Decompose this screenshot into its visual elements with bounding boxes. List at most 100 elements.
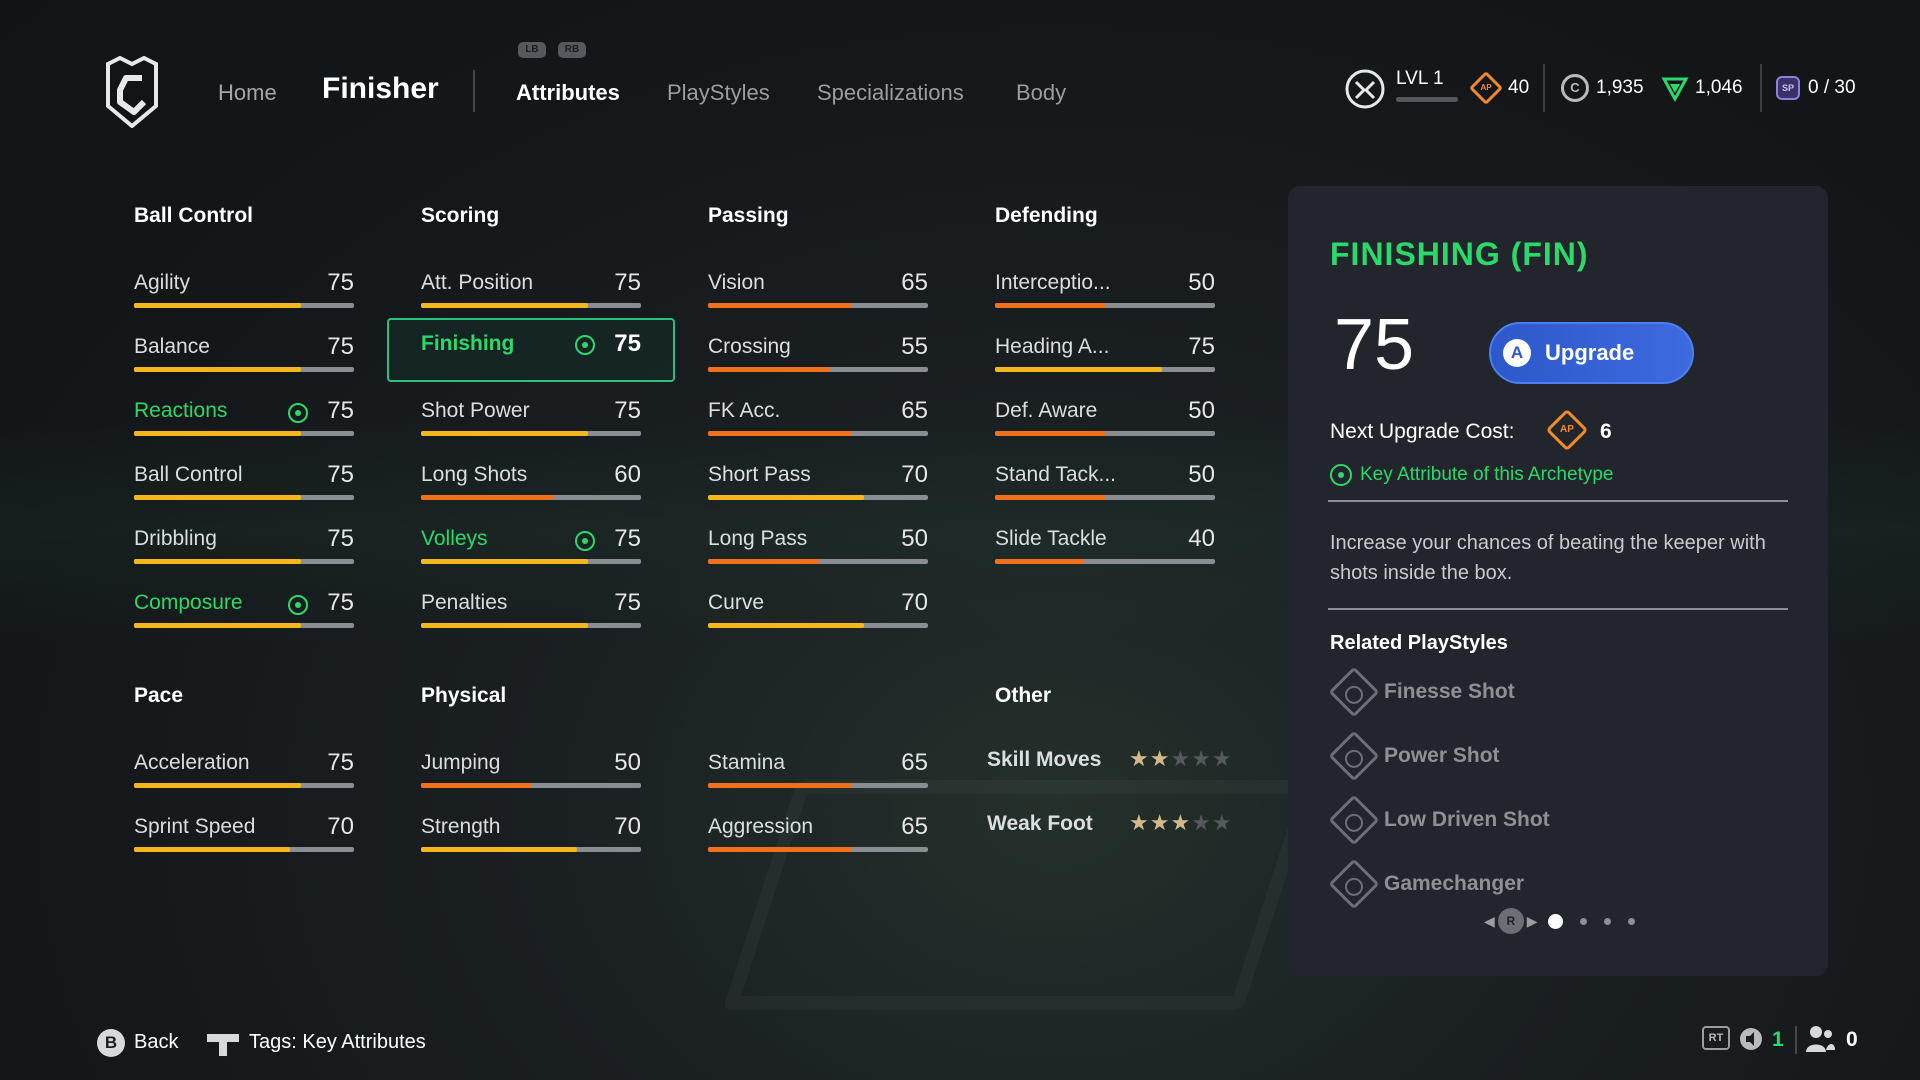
- attribute-name: Sprint Speed: [134, 815, 256, 838]
- attribute-row-volleys[interactable]: Volleys 75: [421, 511, 641, 571]
- attribute-row-slide-tackle[interactable]: Slide Tackle 40: [995, 511, 1215, 571]
- attribute-row-long-shots[interactable]: Long Shots 60: [421, 447, 641, 507]
- attribute-name: Crossing: [708, 335, 791, 358]
- star-icon: ★: [1211, 746, 1233, 771]
- attribute-bar: [421, 559, 641, 564]
- attribute-row-stamina[interactable]: Stamina 65: [708, 735, 928, 795]
- tags-label[interactable]: Tags: Key Attributes: [249, 1031, 426, 1054]
- key-attribute-icon: [288, 403, 308, 423]
- playstyle-name: Low Driven Shot: [1384, 808, 1550, 831]
- attribute-row-heading-a[interactable]: Heading A... 75: [995, 319, 1215, 379]
- attribute-value: 65: [901, 813, 928, 840]
- rt-button-icon[interactable]: RT: [1702, 1026, 1730, 1050]
- attribute-bar-fill: [708, 367, 830, 372]
- category-pace: Pace: [134, 684, 184, 707]
- party-count: 0: [1846, 1028, 1858, 1051]
- attribute-row-penalties[interactable]: Penalties 75: [421, 575, 641, 635]
- key-attribute-icon: [575, 335, 595, 355]
- attribute-value: 50: [1188, 461, 1215, 488]
- attribute-row-short-pass[interactable]: Short Pass 70: [708, 447, 928, 507]
- hud-divider: [1543, 64, 1545, 112]
- attribute-row-composure[interactable]: Composure 75: [134, 575, 354, 635]
- playstyle-finesse-shot[interactable]: Finesse Shot: [1328, 666, 1515, 718]
- pager-dot[interactable]: [1627, 917, 1635, 925]
- attribute-row-agility[interactable]: Agility 75: [134, 255, 354, 315]
- attribute-name: Long Pass: [708, 527, 808, 550]
- rb-button-icon[interactable]: RB: [558, 42, 586, 58]
- attribute-bar: [134, 559, 354, 564]
- playstyle-low-driven-shot[interactable]: Low Driven Shot: [1328, 794, 1550, 846]
- pager-dot[interactable]: [1603, 917, 1611, 925]
- attribute-bar: [708, 495, 928, 500]
- tab-specializations[interactable]: Specializations: [817, 80, 964, 106]
- attribute-bar: [995, 559, 1215, 564]
- other-name: Weak Foot: [987, 812, 1093, 835]
- pager-dot[interactable]: [1579, 917, 1587, 925]
- attribute-bar: [708, 783, 928, 788]
- key-attribute-icon: [575, 531, 595, 551]
- attribute-row-interceptio[interactable]: Interceptio... 50: [995, 255, 1215, 315]
- attribute-row-acceleration[interactable]: Acceleration 75: [134, 735, 354, 795]
- attribute-name: FK Acc.: [708, 399, 781, 422]
- upgrade-button[interactable]: A Upgrade: [1489, 322, 1694, 384]
- attribute-bar-fill: [995, 303, 1106, 308]
- pager-right-arrow-icon[interactable]: ▶: [1527, 913, 1538, 930]
- upgrade-cost-label: Next Upgrade Cost:: [1330, 420, 1515, 443]
- attribute-bar: [708, 623, 928, 628]
- playstyle-power-shot[interactable]: Power Shot: [1328, 730, 1500, 782]
- back-label[interactable]: Back: [134, 1031, 178, 1054]
- attribute-row-long-pass[interactable]: Long Pass 50: [708, 511, 928, 571]
- tab-attributes[interactable]: Attributes: [516, 80, 620, 106]
- star-icon: ★: [1191, 746, 1212, 771]
- attribute-name: Finishing: [421, 332, 515, 355]
- nav-home[interactable]: Home: [218, 80, 277, 106]
- attribute-bar-fill: [421, 303, 588, 308]
- star-icon: ★: [1170, 746, 1192, 771]
- divider: [1328, 500, 1788, 502]
- attribute-row-balance[interactable]: Balance 75: [134, 319, 354, 379]
- attribute-bar: [708, 367, 928, 372]
- attribute-row-fk-acc[interactable]: FK Acc. 65: [708, 383, 928, 443]
- attribute-row-curve[interactable]: Curve 70: [708, 575, 928, 635]
- lb-button-icon[interactable]: LB: [518, 42, 546, 58]
- sp-icon: SP: [1776, 76, 1800, 100]
- tab-body[interactable]: Body: [1016, 80, 1066, 106]
- attribute-bar: [995, 495, 1215, 500]
- playstyle-pager[interactable]: ◀ R ▶: [1484, 908, 1635, 934]
- attribute-row-dribbling[interactable]: Dribbling 75: [134, 511, 354, 571]
- attribute-row-stand-tack[interactable]: Stand Tack... 50: [995, 447, 1215, 507]
- attribute-row-finishing[interactable]: Finishing 75: [387, 318, 675, 382]
- attribute-value: 70: [327, 813, 354, 840]
- attribute-bar: [134, 783, 354, 788]
- attribute-value: 60: [614, 461, 641, 488]
- attribute-row-ball-control[interactable]: Ball Control 75: [134, 447, 354, 507]
- playstyle-gamechanger[interactable]: Gamechanger: [1328, 858, 1525, 910]
- attribute-row-sprint-speed[interactable]: Sprint Speed 70: [134, 799, 354, 859]
- b-button-icon[interactable]: B: [97, 1029, 125, 1057]
- pager-left-arrow-icon[interactable]: ◀: [1484, 913, 1495, 930]
- attribute-row-jumping[interactable]: Jumping 50: [421, 735, 641, 795]
- playstyle-name: Gamechanger: [1384, 872, 1525, 895]
- attribute-row-def-aware[interactable]: Def. Aware 50: [995, 383, 1215, 443]
- attribute-bar-fill: [708, 559, 819, 564]
- attribute-row-shot-power[interactable]: Shot Power 75: [421, 383, 641, 443]
- attribute-bar: [134, 495, 354, 500]
- attribute-row-aggression[interactable]: Aggression 65: [708, 799, 928, 859]
- attribute-value: 50: [901, 525, 928, 552]
- tab-playstyles[interactable]: PlayStyles: [667, 80, 770, 106]
- attribute-row-strength[interactable]: Strength 70: [421, 799, 641, 859]
- attribute-bar: [421, 495, 641, 500]
- attribute-row-vision[interactable]: Vision 65: [708, 255, 928, 315]
- level-label: LVL 1: [1396, 68, 1444, 89]
- attribute-description: Increase your chances of beating the kee…: [1330, 532, 1766, 584]
- attribute-row-reactions[interactable]: Reactions 75: [134, 383, 354, 443]
- a-button-icon: A: [1503, 339, 1531, 367]
- attribute-bar-fill: [134, 559, 301, 564]
- category-scoring: Scoring: [421, 204, 500, 227]
- pager-dot[interactable]: [1547, 913, 1563, 929]
- attribute-value: 75: [614, 525, 641, 552]
- attribute-row-att-position[interactable]: Att. Position 75: [421, 255, 641, 315]
- attribute-row-crossing[interactable]: Crossing 55: [708, 319, 928, 379]
- attribute-value: 75: [327, 397, 354, 424]
- attribute-bar: [134, 367, 354, 372]
